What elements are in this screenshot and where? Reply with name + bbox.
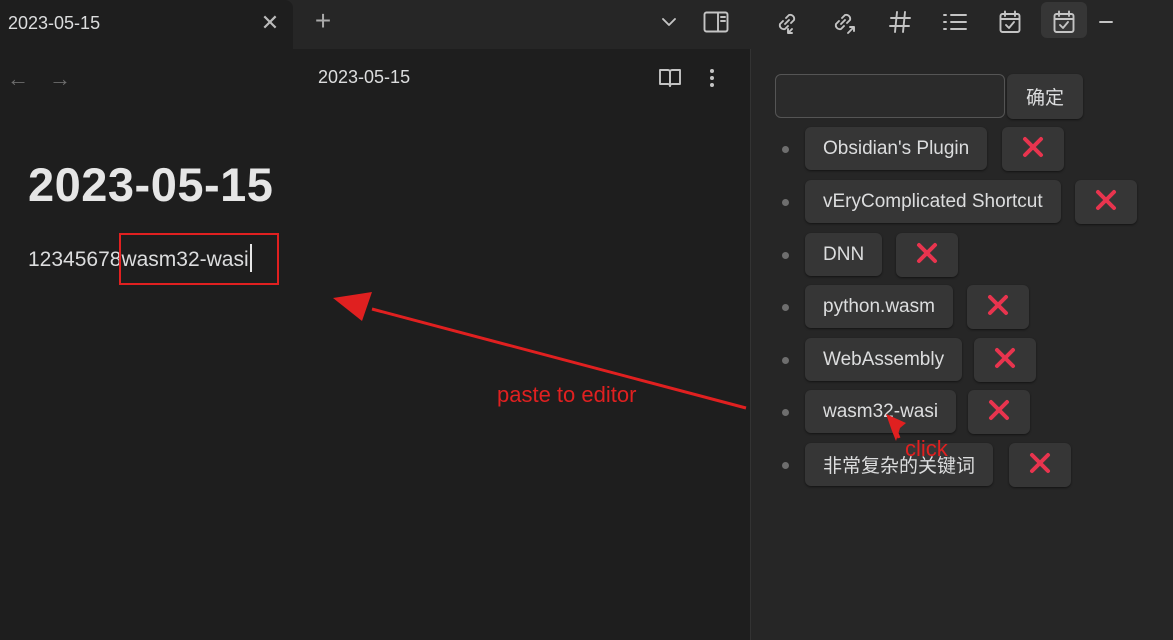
bullet [782,462,789,469]
bullet [782,304,789,311]
delete-button[interactable] [896,233,958,277]
bullet [782,199,789,206]
keyword-button[interactable]: DNN [805,233,883,276]
sidebar-toggle-icon[interactable] [702,8,730,36]
bullet [782,357,789,364]
tab-active[interactable]: 2023-05-15 ✕ [0,0,293,49]
keyword-button[interactable]: python.wasm [805,285,953,328]
delete-icon [1095,189,1117,216]
keyword-button[interactable]: vEryComplicated Shortcut [805,180,1061,223]
bullet [782,409,789,416]
calendar-check-active-icon[interactable] [1050,8,1078,36]
delete-button[interactable] [1009,443,1071,487]
keyword-button[interactable]: WebAssembly [805,338,963,381]
delete-button[interactable] [974,338,1036,382]
backlinks-icon[interactable] [773,8,801,36]
minimize-icon[interactable] [1092,8,1120,36]
click-annotation: click [905,436,948,461]
view-title[interactable]: 2023-05-15 [318,67,410,88]
close-icon[interactable]: ✕ [258,11,282,35]
list-icon[interactable] [941,8,969,36]
delete-button[interactable] [1002,127,1064,171]
keyword-button[interactable]: Obsidian's Plugin [805,127,988,170]
plus-icon[interactable]: + [310,6,336,36]
chevron-down-icon[interactable] [655,8,683,36]
more-options-icon[interactable] [700,66,724,90]
editor-pane: ← → 2023-05-15 2023-05-15 12345678wasm32… [0,49,751,640]
note-heading[interactable]: 2023-05-15 [28,157,273,212]
keyword-input[interactable] [775,74,1005,118]
delete-icon [994,347,1016,374]
back-arrow-icon[interactable]: ← [6,67,30,91]
bullet [782,252,789,259]
keyword-sidebar: 确定 Obsidian's Plugin vEryComplicated Sho… [751,49,1173,640]
reading-mode-icon[interactable] [658,66,682,90]
note-body-prefix: 12345678 [28,248,122,271]
bullet [782,146,789,153]
paste-annotation: paste to editor [497,382,637,407]
keyword-button[interactable]: wasm32-wasi [805,390,957,433]
delete-icon [988,399,1010,426]
delete-icon [987,294,1009,321]
forward-arrow-icon[interactable]: → [48,67,72,91]
calendar-check-icon[interactable] [996,8,1024,36]
tab-title: 2023-05-15 [8,13,101,33]
keyword-button[interactable]: 非常复杂的关键词 [805,443,994,486]
delete-icon [1022,136,1044,163]
delete-icon [916,242,938,269]
delete-button[interactable] [968,390,1030,434]
pasted-text-highlight [119,233,279,285]
delete-button[interactable] [1075,180,1137,224]
confirm-button[interactable]: 确定 [1007,74,1083,119]
outgoing-links-icon[interactable] [829,8,857,36]
title-bar: 2023-05-15 ✕ + [0,0,1173,49]
delete-button[interactable] [967,285,1029,329]
tags-icon[interactable] [886,8,914,36]
delete-icon [1029,452,1051,479]
